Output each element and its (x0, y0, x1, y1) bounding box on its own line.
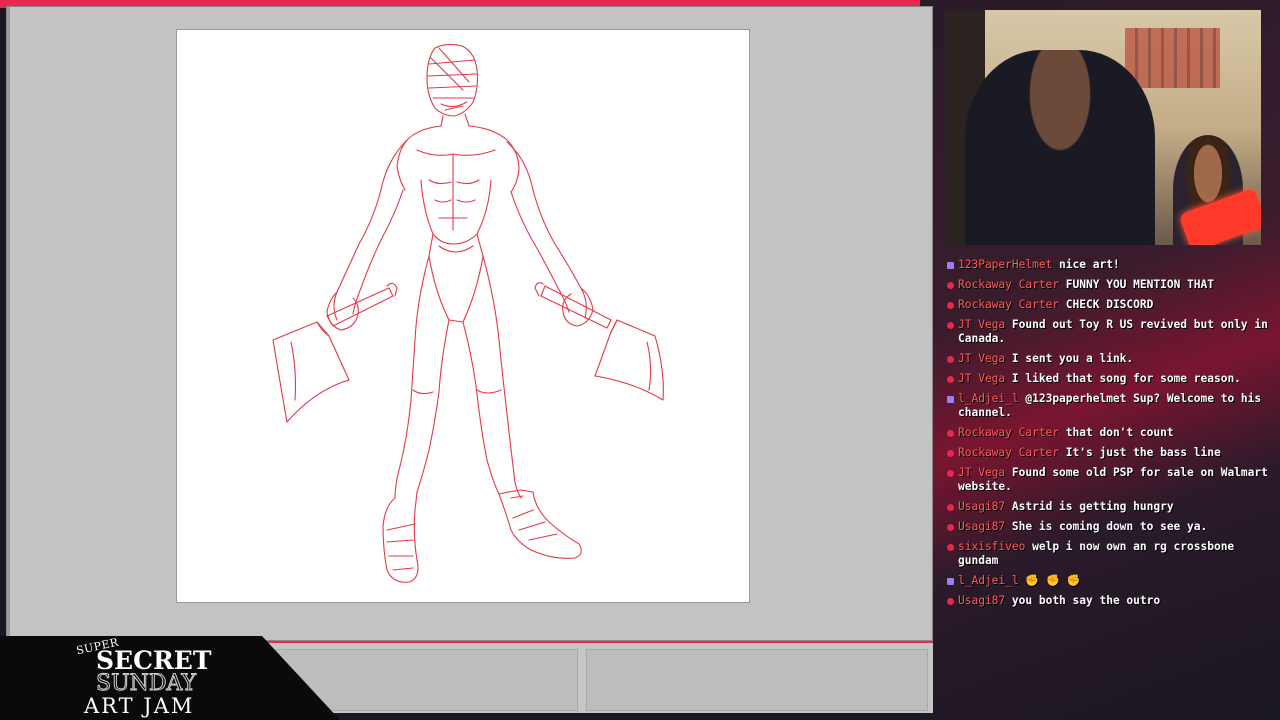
user-badge-icon (947, 430, 954, 437)
user-badge-icon (947, 544, 954, 551)
user-badge-icon (947, 322, 954, 329)
logo-art-jam: ART JAM (84, 694, 195, 718)
chat-username[interactable]: Rockaway Carter (958, 278, 1059, 291)
chat-message: sixisfiveo welp i now own an rg crossbon… (945, 540, 1270, 568)
chat-message: l_Adjei_l ✊ ✊ ✊ (945, 574, 1270, 588)
chat-username[interactable]: Usagi87 (958, 520, 1005, 533)
chat-username[interactable]: 123PaperHelmet (958, 258, 1052, 271)
chat-text: Found out Toy R US revived but only in C… (958, 318, 1268, 345)
webcam-shelf (1125, 28, 1220, 88)
chat-text: ✊ ✊ ✊ (1025, 574, 1081, 587)
chat-text: you both say the outro (1011, 594, 1161, 607)
user-badge-icon (947, 302, 954, 309)
chat-text: CHECK DISCORD (1065, 298, 1154, 311)
chat-message: JT Vega Found some old PSP for sale on W… (945, 466, 1270, 494)
chat-message: Usagi87 She is coming down to see ya. (945, 520, 1270, 534)
window-edge (7, 7, 10, 640)
user-badge-icon (947, 504, 954, 511)
logo-sunday: SUNDAY (95, 671, 197, 697)
chat-panel: 123PaperHelmet nice art! Rockaway Carter … (945, 258, 1270, 614)
chat-message: Rockaway Carter FUNNY YOU MENTION THAT (945, 278, 1270, 292)
chat-username[interactable]: JT Vega (958, 318, 1005, 331)
chat-message: Rockaway Carter CHECK DISCORD (945, 298, 1270, 312)
chat-username[interactable]: JT Vega (958, 352, 1005, 365)
chat-message: JT Vega Found out Toy R US revived but o… (945, 318, 1270, 346)
chat-username[interactable]: Rockaway Carter (958, 446, 1059, 459)
chat-text: FUNNY YOU MENTION THAT (1065, 278, 1214, 291)
chat-text: I sent you a link. (1011, 352, 1134, 365)
chat-username[interactable]: Rockaway Carter (958, 298, 1059, 311)
webcam-streamer (965, 50, 1155, 245)
chat-message: Rockaway Carter that don't count (945, 426, 1270, 440)
chat-username[interactable]: Usagi87 (958, 594, 1005, 607)
chat-message: Rockaway Carter It's just the bass line (945, 446, 1270, 460)
chat-username[interactable]: l_Adjei_l (958, 392, 1019, 405)
chat-message: l_Adjei_l @123paperhelmet Sup? Welcome t… (945, 392, 1270, 420)
user-badge-icon (947, 282, 954, 289)
chat-username[interactable]: Usagi87 (958, 500, 1005, 513)
chat-message: JT Vega I liked that song for some reaso… (945, 372, 1270, 386)
chat-text: I liked that song for some reason. (1011, 372, 1241, 385)
chat-text: It's just the bass line (1065, 446, 1221, 459)
character-sketch (272, 43, 664, 583)
chat-text: that don't count (1065, 426, 1174, 439)
chat-username[interactable]: JT Vega (958, 466, 1005, 479)
chat-username[interactable]: JT Vega (958, 372, 1005, 385)
chat-username[interactable]: sixisfiveo (958, 540, 1025, 553)
chat-message: JT Vega I sent you a link. (945, 352, 1270, 366)
user-badge-icon (947, 262, 954, 269)
chat-message: Usagi87 Astrid is getting hungry (945, 500, 1270, 514)
chat-text: nice art! (1059, 258, 1120, 271)
user-badge-icon (947, 598, 954, 605)
panel-slot (586, 649, 928, 711)
chat-username[interactable]: l_Adjei_l (958, 574, 1019, 587)
chat-message: 123PaperHelmet nice art! (945, 258, 1270, 272)
user-badge-icon (947, 450, 954, 457)
user-badge-icon (947, 376, 954, 383)
user-badge-icon (947, 524, 954, 531)
chat-message: Usagi87 you both say the outro (945, 594, 1270, 608)
chat-text: She is coming down to see ya. (1011, 520, 1208, 533)
webcam-feed (945, 10, 1261, 245)
drawing-app-window (6, 6, 933, 641)
user-badge-icon (947, 470, 954, 477)
user-badge-icon (947, 578, 954, 585)
user-badge-icon (947, 356, 954, 363)
user-badge-icon (947, 396, 954, 403)
drawing-canvas[interactable] (176, 29, 750, 603)
chat-text: Astrid is getting hungry (1011, 500, 1174, 513)
chat-username[interactable]: Rockaway Carter (958, 426, 1059, 439)
chat-text: Found some old PSP for sale on Walmart w… (958, 466, 1268, 493)
